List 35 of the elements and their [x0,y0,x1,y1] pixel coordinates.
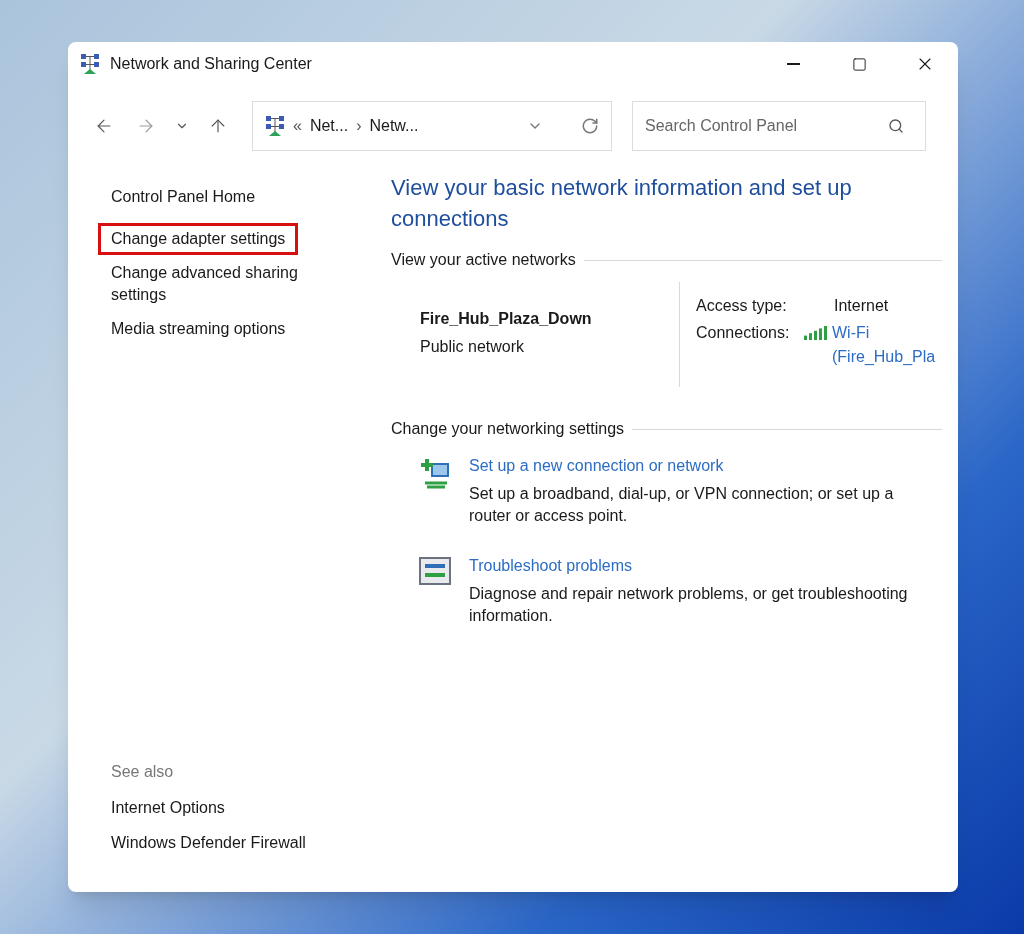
breadcrumb-overflow[interactable]: « [293,114,302,138]
task-link[interactable]: Troubleshoot problems [469,555,633,577]
field-label: Access type: [696,296,787,316]
search-icon [888,118,904,134]
network-icon [265,115,285,137]
breadcrumb-separator: › [356,116,362,136]
see-also-link[interactable]: Windows Defender Firewall [111,831,306,855]
wifi-connection-link[interactable]: Wi-Fi (Fire_Hub_Pla [832,321,942,369]
page-heading: View your basic network information and set up connections [391,174,853,233]
signal-strength-icon [804,326,828,340]
troubleshoot-icon [419,557,451,585]
refresh-icon[interactable] [581,117,599,135]
network-icon [80,53,100,75]
sidebar-link[interactable]: Change advanced sharing settings [98,257,354,311]
sidebar-link[interactable]: Control Panel Home [98,181,269,213]
task-link[interactable]: Set up a new connection or network [469,455,724,477]
network-category: Public network [420,337,526,357]
search-field[interactable]: Search Control Panel [632,101,926,151]
section-heading: Change your networking settings [391,419,626,439]
breadcrumb[interactable]: Net... [309,114,349,138]
maximize-icon [851,56,867,72]
field-label: Connections: [696,323,790,343]
sidebar-link[interactable]: Media streaming options [98,313,299,345]
section-heading: View your active networks [391,250,577,270]
minimize-icon [786,63,800,65]
network-name: Fire_Hub_Plaza_Down [420,309,593,329]
see-also-heading: See also [111,762,175,782]
task-description: Set up a broadband, dial-up, or VPN connection; or set up a router or access point. [469,484,895,526]
window-title: Network and Sharing Center [110,54,312,74]
access-type-value: Internet [834,296,889,316]
see-also-link[interactable]: Internet Options [111,796,225,820]
breadcrumb[interactable]: Netw... [369,114,419,138]
address-bar[interactable]: « Net... › Netw... [252,101,612,151]
sidebar-link[interactable]: Change adapter settings [98,223,299,255]
task-description: Diagnose and repair network problems, or get troubleshooting information. [469,584,909,626]
